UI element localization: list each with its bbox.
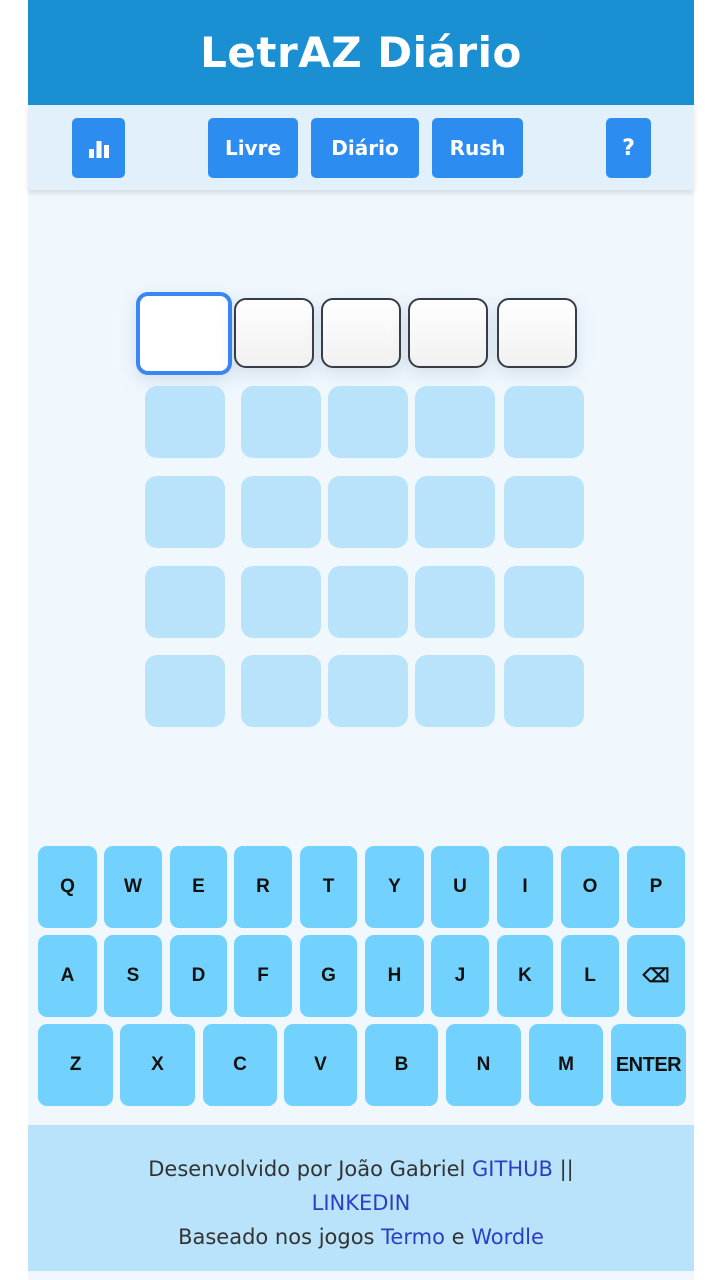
key-o[interactable]: O	[561, 846, 619, 928]
letter-tile	[504, 386, 584, 458]
wordle-link[interactable]: Wordle	[471, 1225, 544, 1249]
key-z[interactable]: Z	[38, 1024, 113, 1106]
letter-tile[interactable]	[321, 298, 401, 368]
footer-based-on-line: Baseado nos jogos Termo e Wordle	[28, 1220, 694, 1254]
key-s[interactable]: S	[104, 935, 162, 1017]
key-q[interactable]: Q	[38, 846, 97, 928]
key-l[interactable]: L	[561, 935, 619, 1017]
letter-tile	[504, 476, 584, 548]
letter-tile	[145, 476, 225, 548]
letter-tile	[145, 566, 225, 638]
letter-tile	[241, 566, 321, 638]
letter-tile	[241, 655, 321, 727]
key-n[interactable]: N	[446, 1024, 521, 1106]
linkedin-link[interactable]: LINKEDIN	[312, 1191, 411, 1215]
letter-tile	[328, 386, 408, 458]
key-e[interactable]: E	[170, 846, 227, 928]
letter-tile	[415, 655, 495, 727]
key-x[interactable]: X	[120, 1024, 195, 1106]
footer-credits-line: Desenvolvido por João Gabriel GITHUB ||	[28, 1152, 694, 1186]
letter-tile	[145, 386, 225, 458]
letter-tile	[145, 655, 225, 727]
key-j[interactable]: J	[431, 935, 489, 1017]
letter-tile[interactable]	[408, 298, 488, 368]
key-w[interactable]: W	[104, 846, 162, 928]
key-backspace[interactable]: ⌫	[627, 935, 685, 1017]
letter-tile	[415, 386, 495, 458]
letter-tile[interactable]	[234, 298, 314, 368]
key-t[interactable]: T	[300, 846, 357, 928]
letter-tile	[241, 476, 321, 548]
key-h[interactable]: H	[365, 935, 424, 1017]
key-u[interactable]: U	[431, 846, 489, 928]
key-p[interactable]: P	[627, 846, 685, 928]
github-link[interactable]: GITHUB	[472, 1157, 553, 1181]
letter-tile	[415, 566, 495, 638]
key-b[interactable]: B	[365, 1024, 438, 1106]
letter-tile	[415, 476, 495, 548]
key-c[interactable]: C	[203, 1024, 277, 1106]
letter-tile	[328, 566, 408, 638]
key-i[interactable]: I	[497, 846, 553, 928]
app-root: LetrAZ Diário Livre Diário Rush ? QWERTY…	[28, 0, 694, 1280]
separator-text: ||	[552, 1157, 574, 1181]
key-m[interactable]: M	[529, 1024, 603, 1106]
letter-tile-selected[interactable]	[136, 292, 232, 375]
termo-link[interactable]: Termo	[381, 1225, 445, 1249]
letter-tile	[328, 476, 408, 548]
key-d[interactable]: D	[170, 935, 227, 1017]
key-r[interactable]: R	[234, 846, 292, 928]
footer: Desenvolvido por João Gabriel GITHUB || …	[28, 1125, 694, 1271]
credits-text: Desenvolvido por João Gabriel	[148, 1157, 473, 1181]
key-v[interactable]: V	[284, 1024, 357, 1106]
game-board	[28, 0, 694, 780]
footer-linkedin-line: LINKEDIN	[28, 1186, 694, 1220]
letter-tile[interactable]	[497, 298, 577, 368]
letter-tile	[504, 655, 584, 727]
key-k[interactable]: K	[497, 935, 553, 1017]
based-on-text: Baseado nos jogos	[178, 1225, 382, 1249]
key-f[interactable]: F	[234, 935, 292, 1017]
letter-tile	[328, 655, 408, 727]
letter-tile	[241, 386, 321, 458]
key-enter[interactable]: ENTER	[611, 1024, 686, 1106]
key-a[interactable]: A	[38, 935, 97, 1017]
letter-tile	[504, 566, 584, 638]
conjunction-text: e	[444, 1225, 472, 1249]
key-y[interactable]: Y	[365, 846, 424, 928]
key-g[interactable]: G	[300, 935, 357, 1017]
